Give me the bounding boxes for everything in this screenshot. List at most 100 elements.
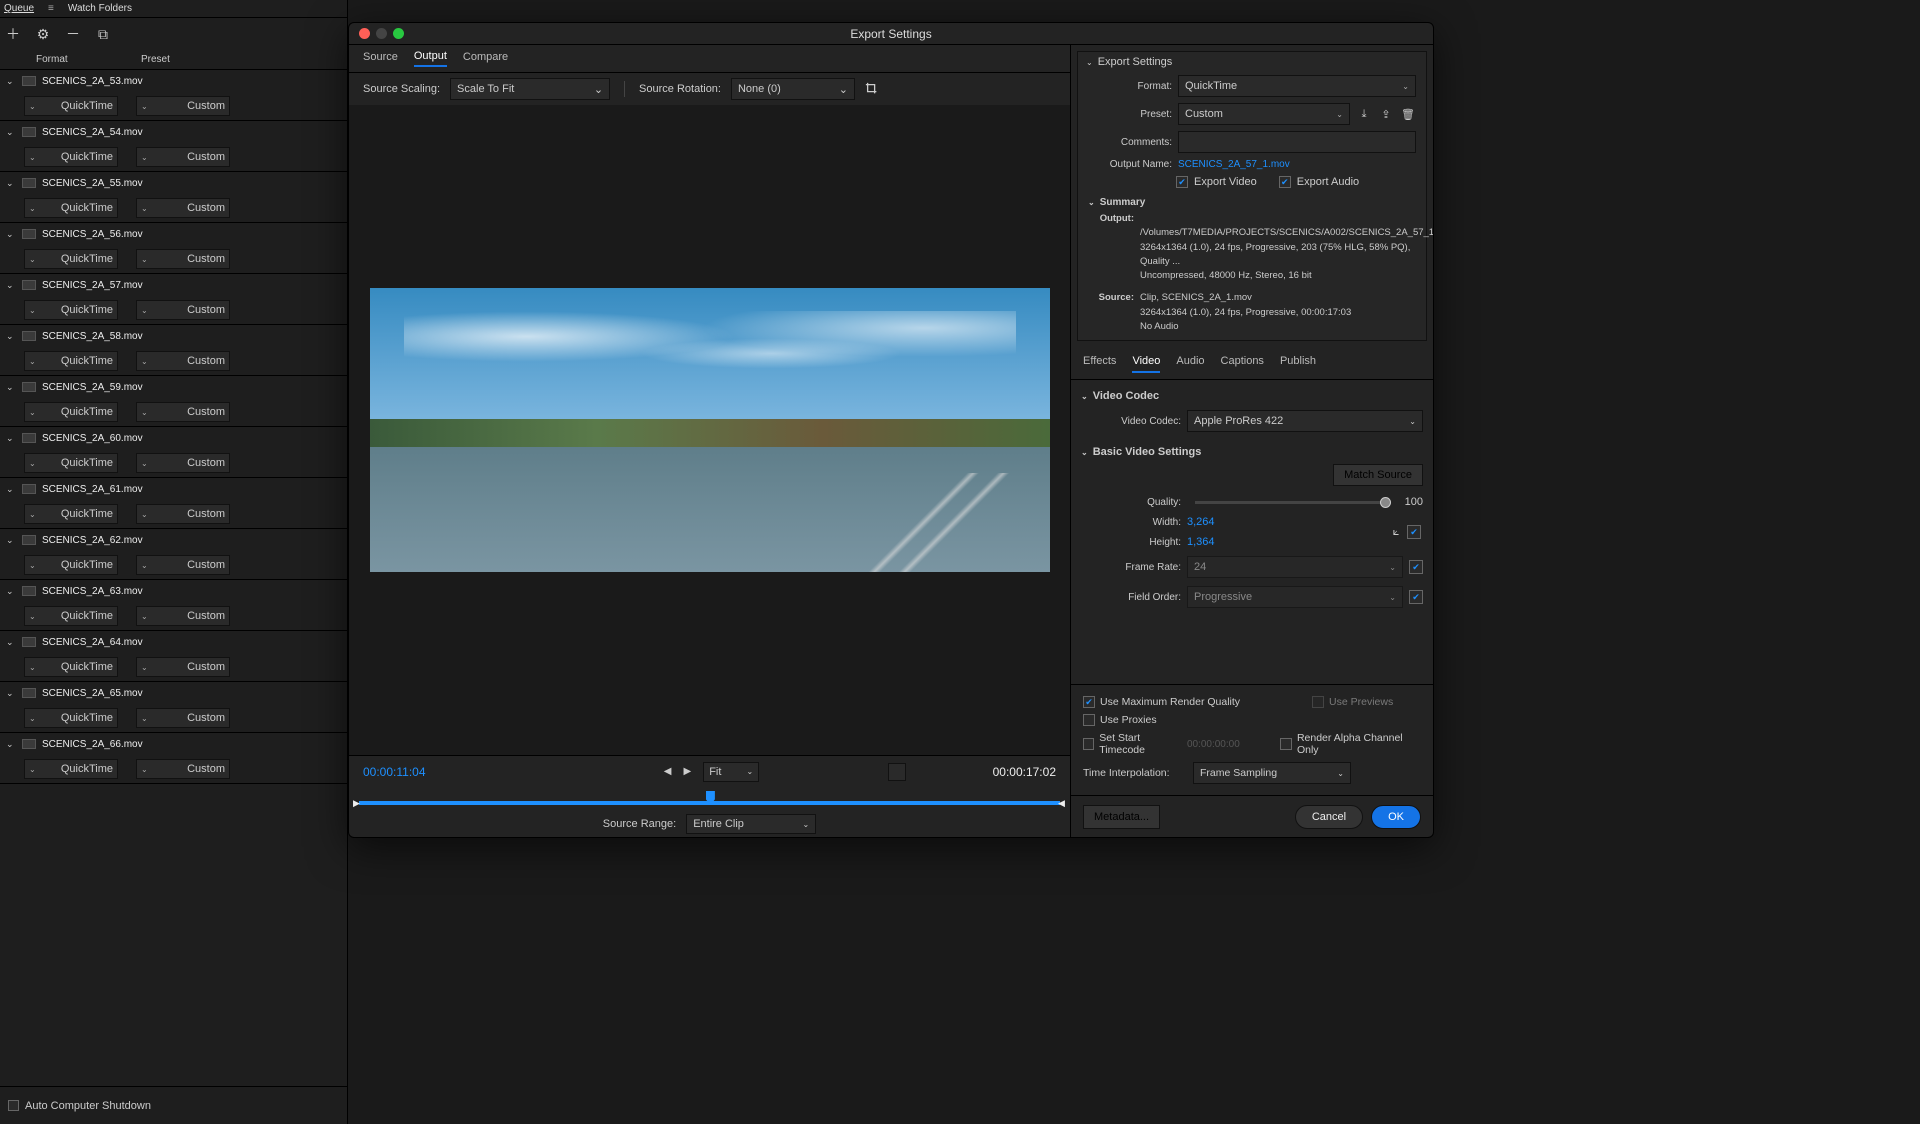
- format-select[interactable]: ⌄QuickTime: [24, 657, 118, 677]
- disclosure-icon[interactable]: ⌄: [6, 229, 16, 240]
- disclosure-icon[interactable]: ⌄: [6, 586, 16, 597]
- source-rotation-select[interactable]: None (0)⌄: [731, 78, 855, 100]
- settings-icon[interactable]: ⚙: [36, 27, 50, 41]
- format-select[interactable]: ⌄QuickTime: [24, 96, 118, 116]
- preset-select[interactable]: ⌄Custom: [136, 708, 230, 728]
- disclosure-icon[interactable]: ⌄: [1081, 392, 1088, 401]
- format-select[interactable]: ⌄QuickTime: [24, 147, 118, 167]
- alpha-only-checkbox[interactable]: [1280, 738, 1292, 750]
- tab-queue[interactable]: Queue: [4, 3, 34, 14]
- use-previews-checkbox[interactable]: [1312, 696, 1324, 708]
- format-select[interactable]: ⌄QuickTime: [24, 198, 118, 218]
- delete-preset-icon[interactable]: 🗑: [1400, 106, 1416, 122]
- ok-button[interactable]: OK: [1371, 805, 1421, 829]
- format-select[interactable]: ⌄QuickTime: [24, 555, 118, 575]
- queue-item[interactable]: ⌄SCENICS_2A_66.mov⌄QuickTime⌄Custom: [0, 733, 347, 784]
- queue-item[interactable]: ⌄SCENICS_2A_55.mov⌄QuickTime⌄Custom: [0, 172, 347, 223]
- source-range-select[interactable]: Entire Clip⌄: [686, 814, 816, 834]
- export-audio-checkbox[interactable]: [1279, 176, 1291, 188]
- source-scaling-select[interactable]: Scale To Fit⌄: [450, 78, 610, 100]
- auto-shutdown-checkbox[interactable]: [8, 1100, 19, 1111]
- height-value[interactable]: 1,364: [1187, 536, 1215, 548]
- queue-item[interactable]: ⌄SCENICS_2A_53.mov⌄QuickTime⌄Custom: [0, 70, 347, 121]
- format-select[interactable]: ⌄QuickTime: [24, 249, 118, 269]
- safe-margins-icon[interactable]: [888, 763, 906, 781]
- format-select[interactable]: ⌄QuickTime: [24, 402, 118, 422]
- queue-item[interactable]: ⌄SCENICS_2A_58.mov⌄QuickTime⌄Custom: [0, 325, 347, 376]
- maximize-icon[interactable]: [393, 28, 404, 39]
- queue-item[interactable]: ⌄SCENICS_2A_57.mov⌄QuickTime⌄Custom: [0, 274, 347, 325]
- start-timecode-checkbox[interactable]: [1083, 738, 1094, 750]
- cancel-button[interactable]: Cancel: [1295, 805, 1363, 829]
- preset-select[interactable]: ⌄Custom: [136, 453, 230, 473]
- output-name-link[interactable]: SCENICS_2A_57_1.mov: [1178, 159, 1290, 170]
- link-dimensions-icon[interactable]: ⟀: [1393, 526, 1400, 539]
- set-in-icon[interactable]: ◀: [664, 766, 672, 777]
- queue-item[interactable]: ⌄SCENICS_2A_60.mov⌄QuickTime⌄Custom: [0, 427, 347, 478]
- preset-select[interactable]: ⌄Custom: [136, 198, 230, 218]
- format-select[interactable]: ⌄QuickTime: [24, 453, 118, 473]
- queue-item[interactable]: ⌄SCENICS_2A_56.mov⌄QuickTime⌄Custom: [0, 223, 347, 274]
- timeline-in-handle[interactable]: ▶: [353, 798, 361, 808]
- tab-output[interactable]: Output: [414, 50, 447, 67]
- preset-select[interactable]: ⌄Custom: [136, 351, 230, 371]
- tab-captions[interactable]: Captions: [1221, 355, 1264, 373]
- preset-select[interactable]: ⌄Custom: [136, 147, 230, 167]
- format-select[interactable]: ⌄QuickTime: [24, 606, 118, 626]
- panel-menu-icon[interactable]: ≡: [48, 3, 54, 14]
- format-select[interactable]: ⌄QuickTime: [24, 708, 118, 728]
- queue-item[interactable]: ⌄SCENICS_2A_62.mov⌄QuickTime⌄Custom: [0, 529, 347, 580]
- format-select[interactable]: ⌄QuickTime: [24, 300, 118, 320]
- zoom-select[interactable]: Fit⌄: [703, 762, 759, 782]
- timeline[interactable]: ▶ ◀: [349, 787, 1070, 811]
- disclosure-icon[interactable]: ⌄: [6, 76, 16, 87]
- tab-publish[interactable]: Publish: [1280, 355, 1316, 373]
- disclosure-icon[interactable]: ⌄: [6, 382, 16, 393]
- format-select[interactable]: QuickTime⌄: [1178, 75, 1416, 97]
- queue-item[interactable]: ⌄SCENICS_2A_59.mov⌄QuickTime⌄Custom: [0, 376, 347, 427]
- match-source-fps-checkbox[interactable]: [1409, 560, 1423, 574]
- timeline-out-handle[interactable]: ◀: [1058, 798, 1066, 808]
- disclosure-icon[interactable]: ⌄: [6, 535, 16, 546]
- timecode-in[interactable]: 00:00:11:04: [363, 765, 543, 779]
- format-select[interactable]: ⌄QuickTime: [24, 759, 118, 779]
- preset-select[interactable]: ⌄Custom: [136, 657, 230, 677]
- disclosure-icon[interactable]: ⌄: [6, 178, 16, 189]
- tab-source[interactable]: Source: [363, 51, 398, 66]
- preset-select[interactable]: ⌄Custom: [136, 300, 230, 320]
- width-value[interactable]: 3,264: [1187, 516, 1215, 528]
- preset-select[interactable]: ⌄Custom: [136, 606, 230, 626]
- disclosure-icon[interactable]: ⌄: [1086, 58, 1093, 67]
- preset-select[interactable]: ⌄Custom: [136, 96, 230, 116]
- queue-item[interactable]: ⌄SCENICS_2A_63.mov⌄QuickTime⌄Custom: [0, 580, 347, 631]
- queue-item[interactable]: ⌄SCENICS_2A_61.mov⌄QuickTime⌄Custom: [0, 478, 347, 529]
- quality-slider[interactable]: [1195, 501, 1391, 504]
- comments-input[interactable]: [1178, 131, 1416, 153]
- metadata-button[interactable]: Metadata...: [1083, 805, 1160, 829]
- tab-compare[interactable]: Compare: [463, 51, 508, 66]
- remove-icon[interactable]: －: [66, 27, 80, 41]
- queue-item[interactable]: ⌄SCENICS_2A_64.mov⌄QuickTime⌄Custom: [0, 631, 347, 682]
- video-codec-select[interactable]: Apple ProRes 422⌄: [1187, 410, 1423, 432]
- field-order-select[interactable]: Progressive⌄: [1187, 586, 1403, 608]
- match-source-dimensions-checkbox[interactable]: [1407, 525, 1421, 539]
- time-interpolation-select[interactable]: Frame Sampling⌄: [1193, 762, 1351, 784]
- match-source-button[interactable]: Match Source: [1333, 464, 1423, 486]
- disclosure-icon[interactable]: ⌄: [6, 127, 16, 138]
- preset-select[interactable]: ⌄Custom: [136, 504, 230, 524]
- frame-rate-select[interactable]: 24⌄: [1187, 556, 1403, 578]
- add-icon[interactable]: ＋: [6, 27, 20, 41]
- import-preset-icon[interactable]: ⇪: [1378, 106, 1394, 122]
- queue-item[interactable]: ⌄SCENICS_2A_65.mov⌄QuickTime⌄Custom: [0, 682, 347, 733]
- duplicate-icon[interactable]: ⧉: [96, 27, 110, 41]
- preset-select[interactable]: ⌄Custom: [136, 402, 230, 422]
- disclosure-icon[interactable]: ⌄: [1081, 448, 1088, 457]
- preset-select[interactable]: ⌄Custom: [136, 759, 230, 779]
- tab-effects[interactable]: Effects: [1083, 355, 1116, 373]
- tab-watch-folders[interactable]: Watch Folders: [68, 3, 132, 14]
- disclosure-icon[interactable]: ⌄: [6, 739, 16, 750]
- disclosure-icon[interactable]: ⌄: [1088, 198, 1095, 207]
- preset-select[interactable]: Custom⌄: [1178, 103, 1350, 125]
- match-source-field-checkbox[interactable]: [1409, 590, 1423, 604]
- disclosure-icon[interactable]: ⌄: [6, 331, 16, 342]
